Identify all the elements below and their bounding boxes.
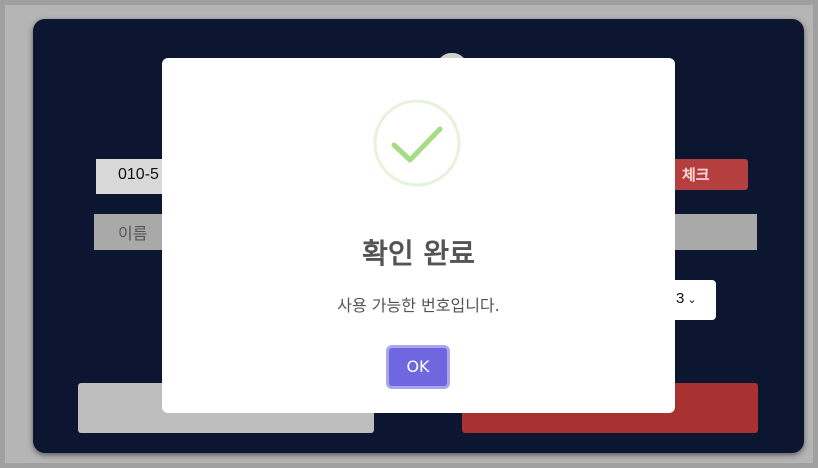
ok-button[interactable]: OK (386, 345, 450, 389)
success-check-icon (373, 99, 461, 187)
confirm-dialog: 확인 완료 사용 가능한 번호입니다. OK (162, 58, 675, 413)
dialog-title: 확인 완료 (362, 237, 475, 270)
dialog-message: 사용 가능한 번호입니다. (337, 296, 500, 315)
